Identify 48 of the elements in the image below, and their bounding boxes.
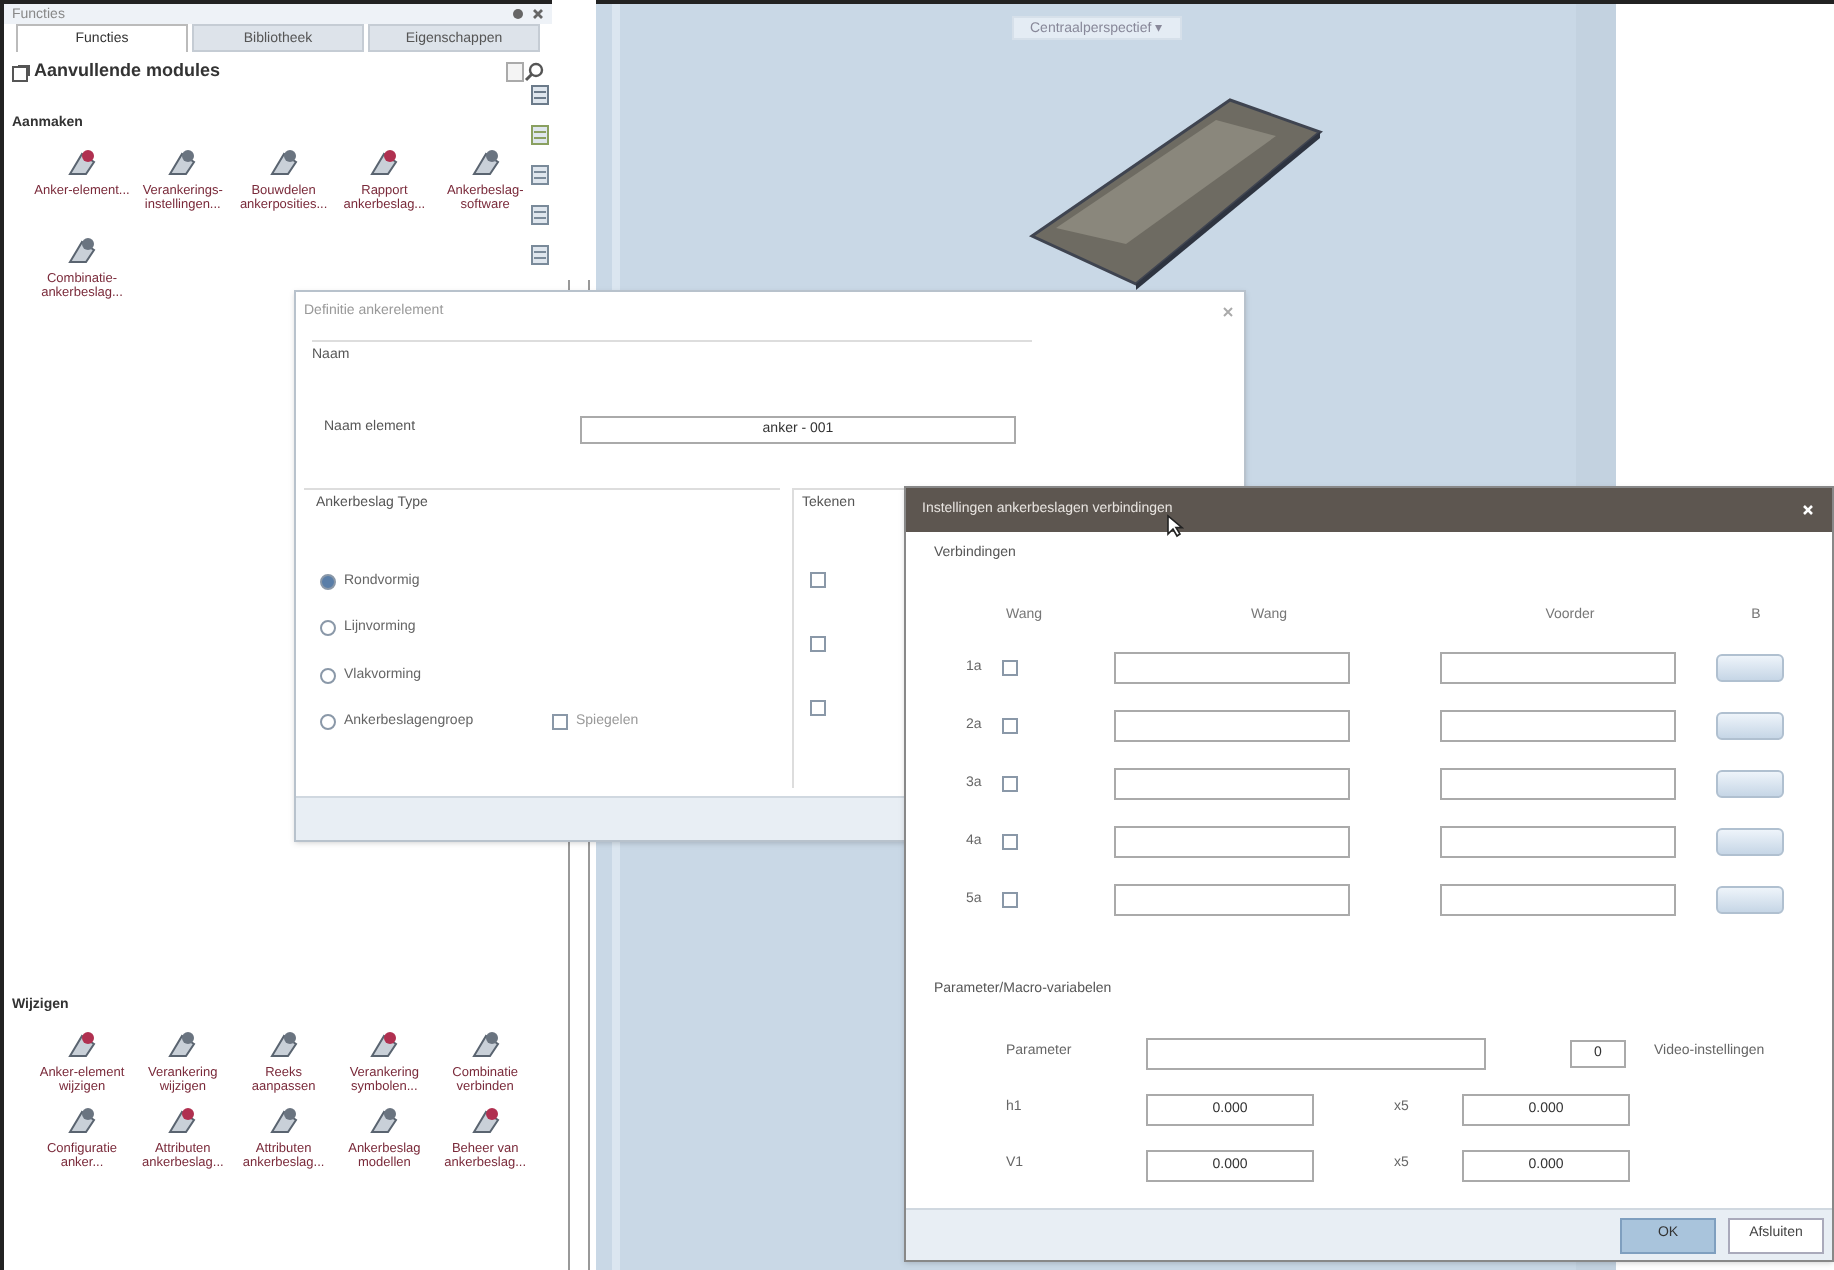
checkbox[interactable] [810, 699, 826, 715]
row-button[interactable] [1716, 654, 1784, 682]
row-button[interactable] [1716, 886, 1784, 914]
checkbox[interactable] [1002, 776, 1018, 792]
radio-button[interactable] [320, 620, 336, 637]
checkbox[interactable] [1002, 834, 1018, 850]
row-button[interactable] [1716, 770, 1784, 798]
checkbox[interactable] [810, 635, 826, 651]
checkbox[interactable] [552, 714, 568, 731]
module-title: Aanvullende modules [34, 58, 223, 85]
input-field[interactable] [1440, 768, 1676, 800]
checkbox[interactable] [810, 571, 826, 587]
radio-button[interactable] [320, 573, 336, 590]
checkbox[interactable] [1002, 892, 1018, 908]
checkbox[interactable] [1002, 718, 1018, 734]
search-icon [524, 62, 544, 82]
radio-button[interactable] [320, 667, 336, 684]
toolbar-button[interactable] [528, 240, 552, 268]
input-field[interactable] [1440, 826, 1676, 858]
input-field[interactable] [1114, 710, 1350, 742]
close-icon [1222, 306, 1234, 318]
toolbar-button[interactable] [528, 160, 552, 188]
input-field[interactable] [1146, 1037, 1486, 1069]
close-icon [1802, 504, 1814, 516]
toolbar-icon [530, 243, 550, 265]
input-field[interactable] [1114, 826, 1350, 858]
row-button[interactable] [1716, 712, 1784, 740]
input-field[interactable] [1440, 884, 1676, 916]
cursor-icon [1166, 514, 1184, 538]
input-field[interactable] [1114, 652, 1350, 684]
dropdown-button[interactable] [506, 62, 524, 82]
radio-button[interactable] [320, 714, 336, 731]
toolbar-button[interactable] [528, 200, 552, 228]
toolbar-icon [530, 163, 550, 185]
toolbar-button[interactable] [528, 80, 552, 108]
toolbar-icon [530, 123, 550, 145]
toolbar-button[interactable] [528, 120, 552, 148]
pin-icon [512, 8, 524, 20]
row-button[interactable] [1716, 828, 1784, 856]
input-field[interactable] [1440, 652, 1676, 684]
input-field[interactable] [1440, 710, 1676, 742]
checkbox[interactable] [1002, 660, 1018, 676]
toolbar-icon [530, 203, 550, 225]
module-icon [12, 63, 30, 81]
close-icon [532, 8, 544, 20]
toolbar-icon [530, 83, 550, 105]
input-field[interactable] [1114, 768, 1350, 800]
input-field[interactable] [1114, 884, 1350, 916]
